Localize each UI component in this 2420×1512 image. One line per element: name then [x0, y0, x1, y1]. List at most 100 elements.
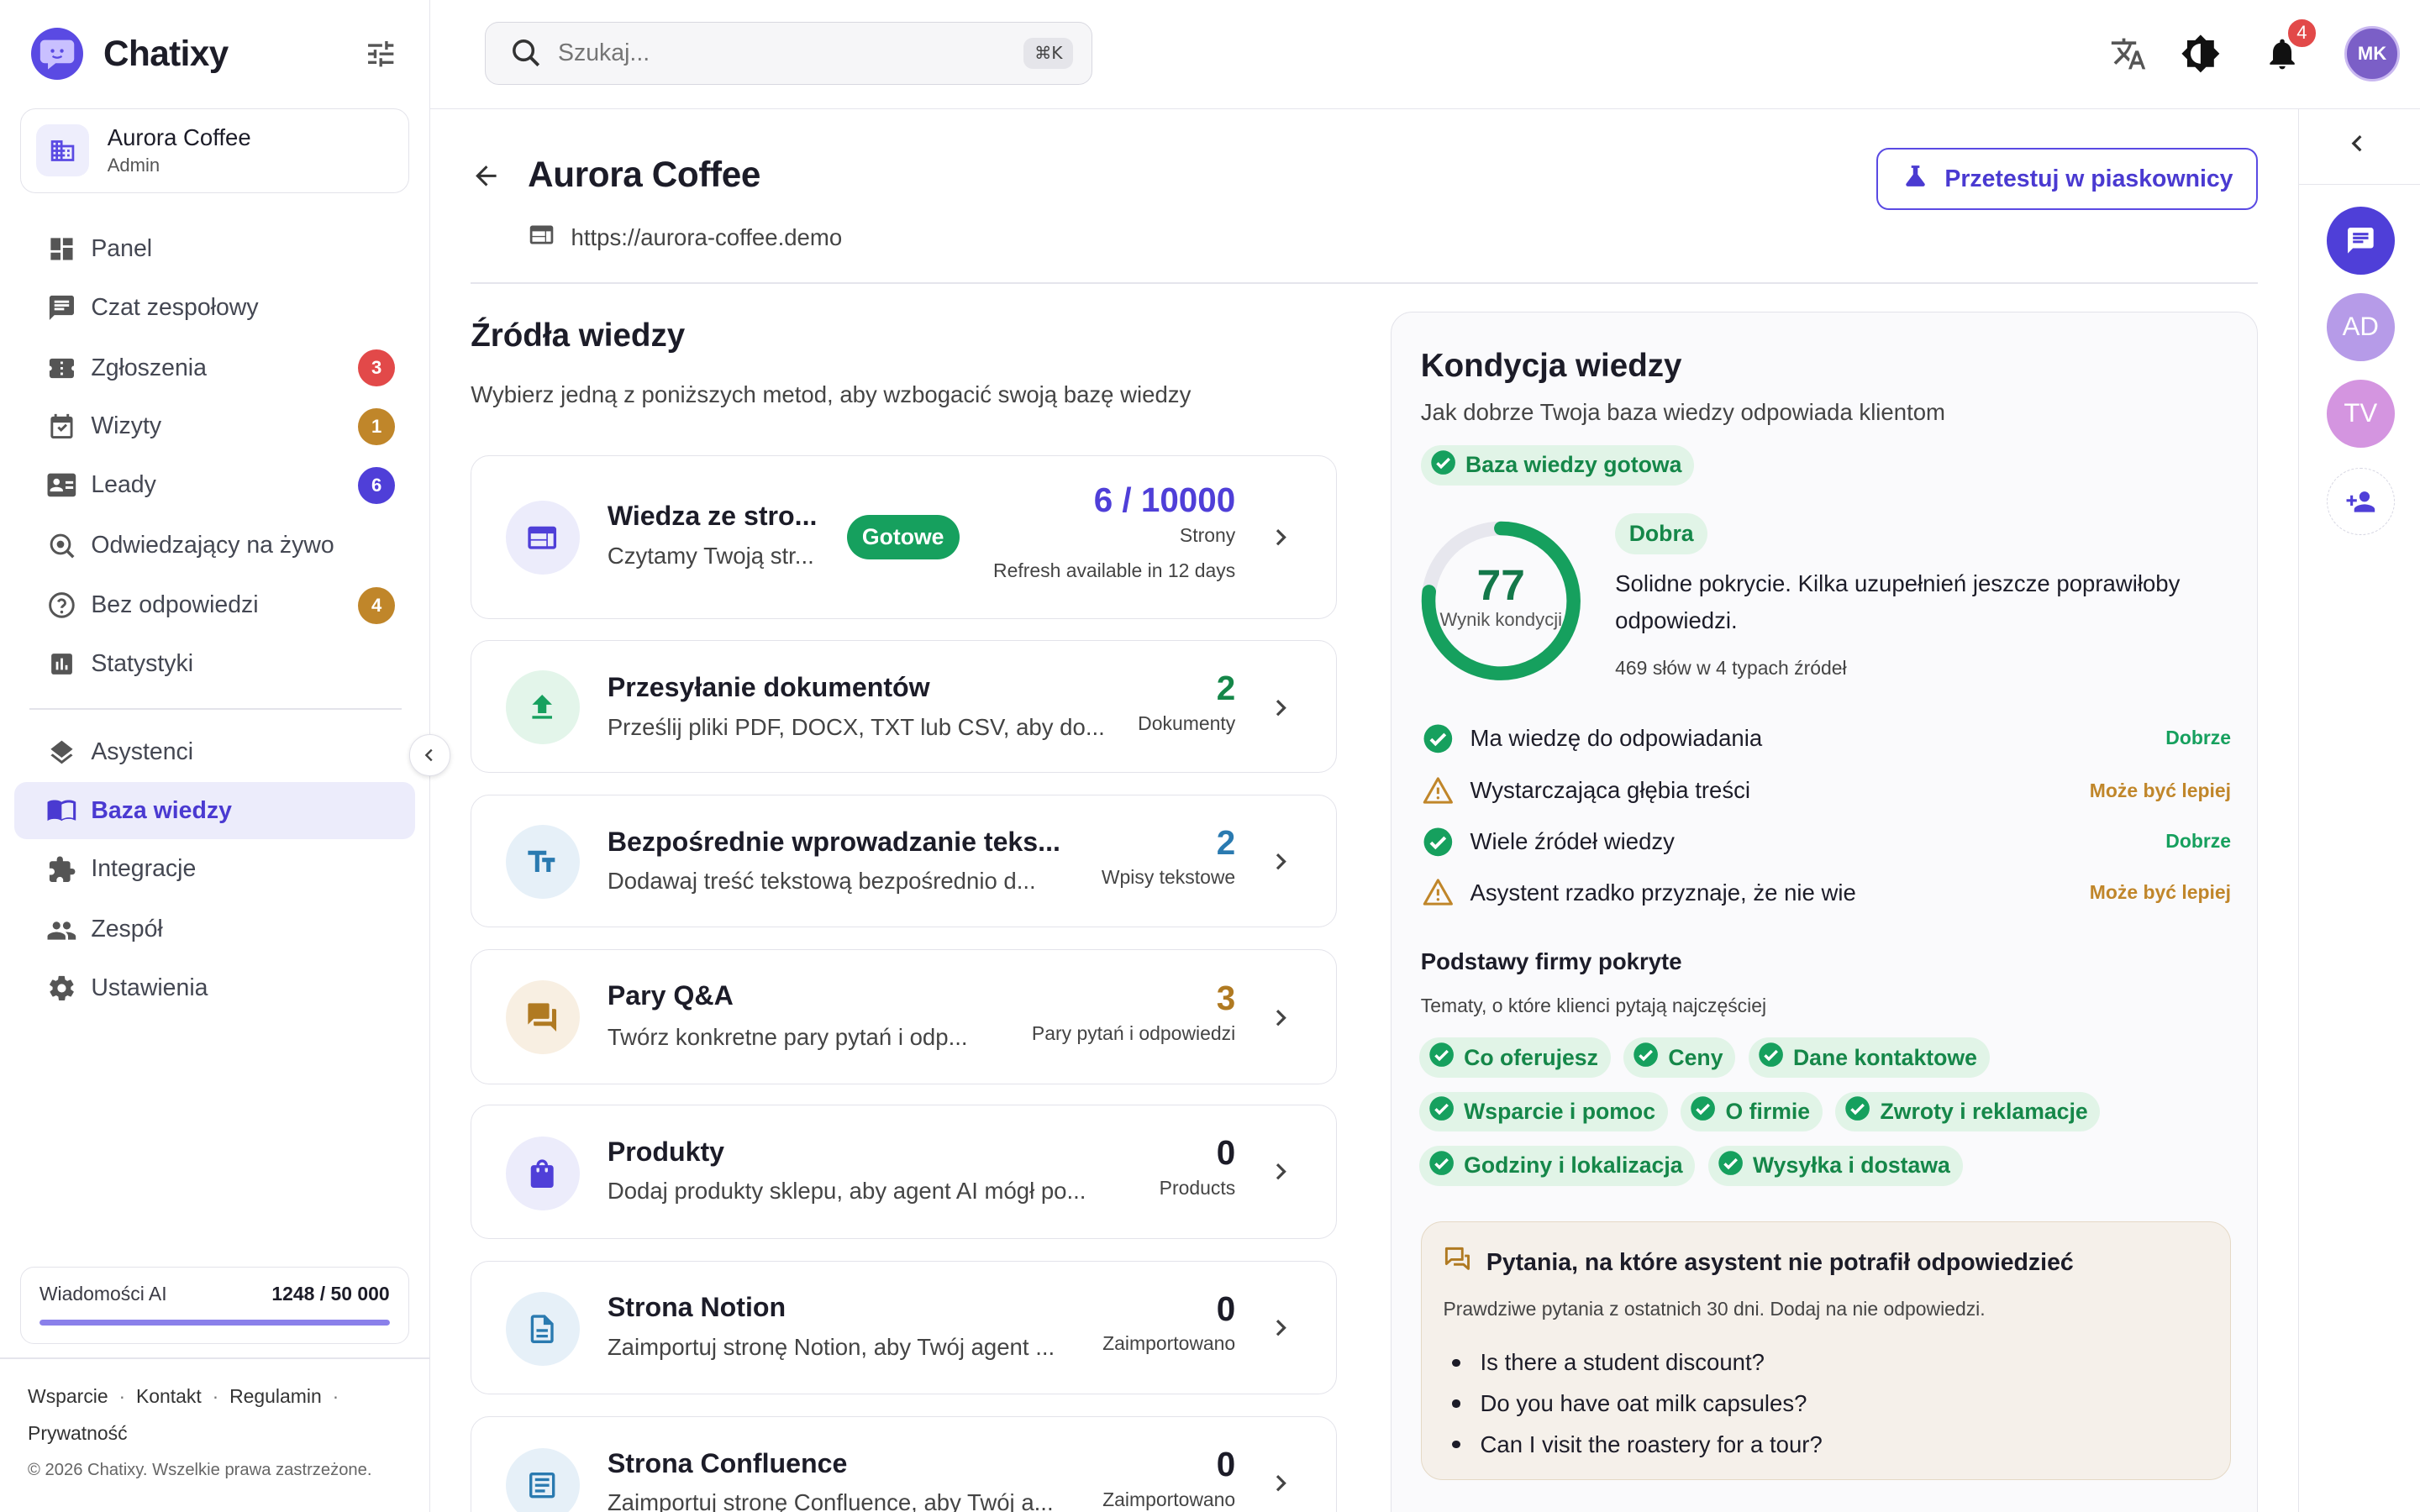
nav-item-statistics[interactable]: Statystyki [14, 636, 416, 693]
chevron-left-icon [425, 748, 434, 762]
leads-count-badge: 6 [358, 466, 396, 504]
source-unit: Zaimportowano [1102, 1332, 1236, 1355]
source-title: Strona Confluence [607, 1447, 848, 1478]
source-title: Strona Notion [607, 1292, 786, 1323]
unanswered-title: Pytania, na które asystent nie potrafił … [1443, 1245, 2074, 1281]
nav-item-settings[interactable]: Ustawienia [14, 959, 416, 1016]
chevron-right-icon [1268, 525, 1292, 549]
check-circle-icon [1421, 722, 1455, 755]
nav-item-integrations[interactable]: Integracje [14, 841, 416, 898]
nav-item-visits[interactable]: Wizyty 1 [14, 398, 416, 455]
sources-subtitle: Wybierz jedną z poniższych metod, aby wz… [471, 381, 1192, 407]
criterion-label: Wiele źródeł wiedzy [1470, 827, 1675, 854]
add-person-button[interactable] [2326, 467, 2395, 536]
footer-separator: · [118, 1385, 126, 1408]
source-card-confluence[interactable]: Strona Confluence Zaimportuj stronę Conf… [471, 1416, 1337, 1512]
nav-item-assistants[interactable]: Asystenci [14, 723, 416, 780]
nav-label: Odwiedzający na żywo [91, 531, 334, 559]
search-input[interactable] [558, 39, 991, 67]
source-count: 2 [1216, 669, 1236, 708]
unanswered-question[interactable]: Is there a student discount? [1443, 1342, 1822, 1383]
usage-progress-fill [39, 1319, 390, 1326]
source-unit: Strony [1179, 523, 1236, 546]
usage-value: 1248 / 50 000 [271, 1283, 390, 1305]
source-title: Bezpośrednie wprowadzanie teks... [607, 826, 1060, 857]
nav-item-live-visitors[interactable]: Odwiedzający na żywo [14, 517, 416, 574]
topic-label: Godziny i lokalizacja [1464, 1152, 1683, 1179]
nav-item-leads[interactable]: Leady 6 [14, 457, 416, 514]
chat-rail-button[interactable] [2326, 207, 2395, 275]
participant-avatar[interactable]: AD [2326, 292, 2395, 361]
nav-item-tickets[interactable]: Zgłoszenia 3 [14, 339, 416, 396]
chat-icon [46, 292, 77, 323]
nav-item-team-chat[interactable]: Czat zespołowy [14, 279, 416, 336]
footer-separator: · [332, 1385, 339, 1408]
contact-card-icon [46, 470, 77, 501]
source-card-products[interactable]: Produkty Dodaj produkty sklepu, aby agen… [471, 1105, 1337, 1239]
chevron-right-icon [1268, 1005, 1292, 1030]
source-card-text[interactable]: Bezpośrednie wprowadzanie teks... Dodawa… [471, 794, 1337, 927]
check-circle-icon [1633, 1042, 1659, 1074]
topic-label: Ceny [1668, 1044, 1723, 1070]
criterion-status: Dobrze [2165, 830, 2232, 853]
chevron-right-icon [1268, 1159, 1292, 1184]
collapse-sidebar-button[interactable] [408, 734, 451, 776]
nav-item-team[interactable]: Zespół [14, 901, 416, 958]
source-count: 0 [1216, 1289, 1236, 1328]
source-description: Twórz konkretne pary pytań i odp... [607, 1023, 968, 1050]
ai-messages-usage: Wiadomości AI 1248 / 50 000 [19, 1266, 409, 1344]
knowledge-health-panel: Kondycja wiedzy Jak dobrze Twoja baza wi… [1390, 312, 2259, 1512]
usage-label: Wiadomości AI [39, 1283, 167, 1305]
url-text[interactable]: https://aurora-coffee.demo [571, 224, 843, 251]
source-count: 6 / 10000 [1093, 480, 1236, 520]
source-card-qa[interactable]: Pary Q&A Twórz konkretne pary pytań i od… [471, 948, 1337, 1085]
puzzle-icon [46, 854, 77, 885]
chevron-left-icon[interactable] [2345, 131, 2370, 162]
topic-label: Co oferujesz [1464, 1044, 1598, 1070]
refresh-info: Refresh available in 12 days [993, 559, 1236, 581]
document-icon [505, 1292, 580, 1367]
theme-toggle-icon[interactable] [2181, 34, 2221, 74]
kb-ready-label: Baza wiedzy gotowa [1465, 452, 1682, 478]
usage-progress-bar [39, 1319, 390, 1326]
health-description: Solidne pokrycie. Kilka uzupełnień jeszc… [1615, 570, 2181, 634]
source-card-website[interactable]: Wiedza ze stro... Czytamy Twoją str... G… [471, 454, 1337, 619]
flask-icon [1902, 162, 1929, 197]
user-avatar[interactable]: MK [2344, 26, 2401, 82]
footer-link-privacy[interactable]: Prywatność [28, 1415, 128, 1452]
translate-icon[interactable] [2108, 34, 2149, 74]
footer-link-contact[interactable]: Kontakt [136, 1378, 202, 1415]
check-circle-icon [1428, 1150, 1455, 1182]
tickets-count-badge: 3 [358, 349, 396, 387]
criterion-label: Ma wiedzę do odpowiadania [1470, 724, 1763, 751]
nav-item-knowledge-base[interactable]: Baza wiedzy [13, 782, 416, 840]
participant-avatar[interactable]: TV [2326, 379, 2395, 448]
source-count: 0 [1216, 1133, 1236, 1173]
footer-link-terms[interactable]: Regulamin [229, 1378, 322, 1415]
kb-ready-tag: Baza wiedzy gotowa [1420, 444, 1695, 486]
nav-divider [29, 708, 402, 710]
source-title: Pary Q&A [607, 980, 734, 1011]
logo[interactable]: Chatixy [30, 28, 402, 81]
topic-label: O firmie [1725, 1098, 1811, 1124]
back-arrow-icon[interactable] [471, 160, 502, 192]
unanswered-question[interactable]: Can I visit the roastery for a tour? [1443, 1424, 1823, 1465]
footer-link-support[interactable]: Wsparcie [28, 1378, 108, 1415]
footer-links: Wsparcie · Kontakt · Regulamin · Prywatność [28, 1378, 398, 1452]
building-icon [36, 123, 89, 177]
org-switcher[interactable]: Aurora Coffee Admin [19, 108, 409, 193]
test-in-sandbox-button[interactable]: Przetestuj w piaskownicy [1876, 148, 2259, 210]
source-card-documents[interactable]: Przesyłanie dokumentów Prześlij pliki PD… [471, 640, 1337, 774]
unanswered-question[interactable]: Do you have oat milk capsules? [1443, 1383, 1822, 1425]
check-circle-icon [1718, 1150, 1744, 1182]
nav-item-unanswered[interactable]: Bez odpowiedzi 4 [14, 577, 416, 634]
search-box[interactable]: ⌘K [484, 21, 1093, 85]
nav-item-panel[interactable]: Panel [14, 221, 416, 278]
visits-count-badge: 1 [358, 407, 396, 445]
source-card-notion[interactable]: Strona Notion Zaimportuj stronę Notion, … [471, 1260, 1337, 1395]
org-role: Admin [107, 154, 160, 176]
check-circle-icon [1758, 1042, 1784, 1074]
tune-icon[interactable] [364, 37, 397, 71]
unanswered-subtitle: Prawdziwe pytania z ostatnich 30 dni. Do… [1443, 1297, 1986, 1320]
nav-label: Asystenci [91, 738, 194, 765]
